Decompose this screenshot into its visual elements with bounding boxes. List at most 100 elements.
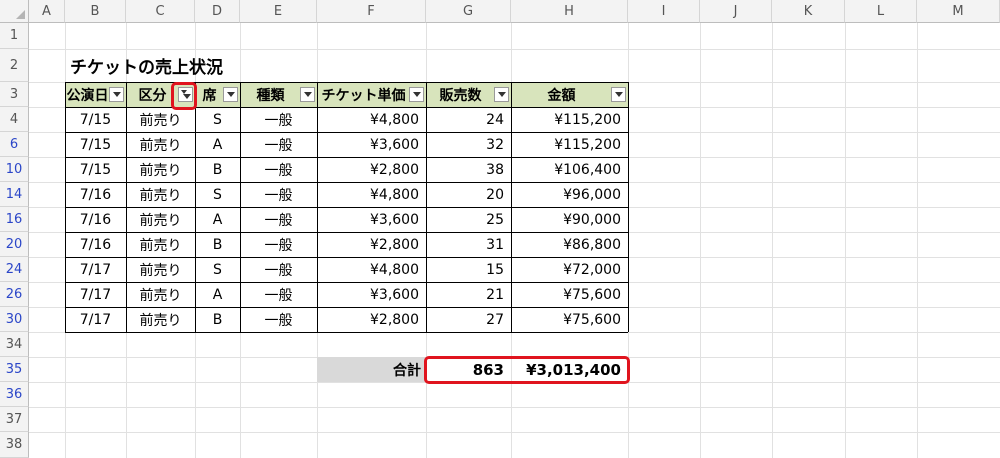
filter-dropdown-button[interactable] (611, 87, 626, 102)
filter-dropdown-button[interactable] (300, 87, 315, 102)
table-cell[interactable]: 前売り (126, 207, 195, 232)
table-cell[interactable]: 前売り (126, 257, 195, 282)
row-header-14[interactable]: 14 (0, 182, 29, 207)
table-cell[interactable]: ¥90,000 (511, 207, 628, 232)
table-cell[interactable]: 前売り (126, 307, 195, 332)
table-cell[interactable]: 7/17 (65, 307, 126, 332)
table-cell[interactable]: 38 (426, 157, 511, 182)
table-cell[interactable]: ¥4,800 (317, 182, 426, 207)
row-header-36[interactable]: 36 (0, 382, 29, 407)
table-cell[interactable]: 前売り (126, 157, 195, 182)
row-header-20[interactable]: 20 (0, 232, 29, 257)
filter-dropdown-button[interactable] (494, 87, 509, 102)
table-cell[interactable]: A (195, 132, 240, 157)
row-header-38[interactable]: 38 (0, 432, 29, 458)
table-cell[interactable]: ¥2,800 (317, 307, 426, 332)
table-cell[interactable]: ¥4,800 (317, 107, 426, 132)
table-cell[interactable]: 一般 (240, 132, 317, 157)
table-cell[interactable]: ¥75,600 (511, 307, 628, 332)
table-cell[interactable]: 一般 (240, 232, 317, 257)
row-header-2[interactable]: 2 (0, 49, 29, 82)
row-header-30[interactable]: 30 (0, 307, 29, 332)
table-cell[interactable]: ¥3,600 (317, 207, 426, 232)
table-cell[interactable]: 7/17 (65, 282, 126, 307)
row-header-37[interactable]: 37 (0, 407, 29, 432)
table-cell[interactable]: 25 (426, 207, 511, 232)
row-header-1[interactable]: 1 (0, 23, 29, 49)
table-cell[interactable]: B (195, 157, 240, 182)
table-cell[interactable]: 前売り (126, 107, 195, 132)
table-cell[interactable]: ¥115,200 (511, 132, 628, 157)
row-header-10[interactable]: 10 (0, 157, 29, 182)
table-cell[interactable]: ¥72,000 (511, 257, 628, 282)
column-header-m[interactable]: M (917, 0, 1000, 23)
row-header-34[interactable]: 34 (0, 332, 29, 357)
table-cell[interactable]: ¥2,800 (317, 157, 426, 182)
table-cell[interactable]: A (195, 282, 240, 307)
row-header-35[interactable]: 35 (0, 357, 29, 382)
filter-dropdown-button[interactable] (223, 87, 238, 102)
table-cell[interactable]: S (195, 107, 240, 132)
table-cell[interactable]: A (195, 207, 240, 232)
column-header-e[interactable]: E (240, 0, 317, 23)
column-header-i[interactable]: I (628, 0, 700, 23)
table-cell[interactable]: ¥86,800 (511, 232, 628, 257)
row-header-16[interactable]: 16 (0, 207, 29, 232)
table-cell[interactable]: 32 (426, 132, 511, 157)
table-cell[interactable]: ¥3,600 (317, 282, 426, 307)
table-cell[interactable]: 7/16 (65, 232, 126, 257)
table-cell[interactable]: B (195, 232, 240, 257)
select-all-corner[interactable] (0, 0, 29, 23)
table-cell[interactable]: 7/16 (65, 207, 126, 232)
table-cell[interactable]: B (195, 307, 240, 332)
table-cell[interactable]: 7/16 (65, 182, 126, 207)
table-cell[interactable]: 一般 (240, 182, 317, 207)
table-cell[interactable]: ¥3,600 (317, 132, 426, 157)
table-cell[interactable]: 7/15 (65, 157, 126, 182)
table-cell[interactable]: 一般 (240, 257, 317, 282)
table-cell[interactable]: ¥2,800 (317, 232, 426, 257)
table-cell[interactable]: ¥96,000 (511, 182, 628, 207)
table-cell[interactable]: 一般 (240, 282, 317, 307)
table-cell[interactable]: S (195, 182, 240, 207)
table-cell[interactable]: 21 (426, 282, 511, 307)
column-header-h[interactable]: H (511, 0, 628, 23)
column-header-a[interactable]: A (29, 0, 65, 23)
table-cell[interactable]: 前売り (126, 282, 195, 307)
table-cell[interactable]: 7/15 (65, 107, 126, 132)
spreadsheet-grid[interactable]: A B C D E F G H I J K L M 1 2 3 4 6 10 14 16 20 24 26 30 34 35 36 37… (0, 0, 1000, 458)
table-cell[interactable]: 一般 (240, 307, 317, 332)
table-cell[interactable]: 7/15 (65, 132, 126, 157)
row-header-3[interactable]: 3 (0, 82, 29, 107)
table-cell[interactable]: 27 (426, 307, 511, 332)
table-cell[interactable]: 24 (426, 107, 511, 132)
column-header-b[interactable]: B (65, 0, 126, 23)
column-header-l[interactable]: L (845, 0, 917, 23)
table-cell[interactable]: 7/17 (65, 257, 126, 282)
table-cell[interactable]: 20 (426, 182, 511, 207)
column-header-g[interactable]: G (426, 0, 511, 23)
row-header-4[interactable]: 4 (0, 107, 29, 132)
filter-dropdown-button[interactable] (409, 87, 424, 102)
table-cell[interactable]: ¥4,800 (317, 257, 426, 282)
column-header-f[interactable]: F (317, 0, 426, 23)
column-header-d[interactable]: D (195, 0, 240, 23)
table-cell[interactable]: 前売り (126, 182, 195, 207)
column-header-k[interactable]: K (772, 0, 845, 23)
table-cell[interactable]: 前売り (126, 132, 195, 157)
table-cell[interactable]: ¥106,400 (511, 157, 628, 182)
table-cell[interactable]: 15 (426, 257, 511, 282)
filter-dropdown-button[interactable] (109, 87, 124, 102)
row-header-26[interactable]: 26 (0, 282, 29, 307)
table-cell[interactable]: 一般 (240, 107, 317, 132)
row-header-6[interactable]: 6 (0, 132, 29, 157)
column-header-j[interactable]: J (700, 0, 772, 23)
table-cell[interactable]: 前売り (126, 232, 195, 257)
table-cell[interactable]: 一般 (240, 207, 317, 232)
table-cell[interactable]: S (195, 257, 240, 282)
table-cell[interactable]: 31 (426, 232, 511, 257)
row-header-24[interactable]: 24 (0, 257, 29, 282)
column-header-c[interactable]: C (126, 0, 195, 23)
table-cell[interactable]: 一般 (240, 157, 317, 182)
table-cell[interactable]: ¥75,600 (511, 282, 628, 307)
